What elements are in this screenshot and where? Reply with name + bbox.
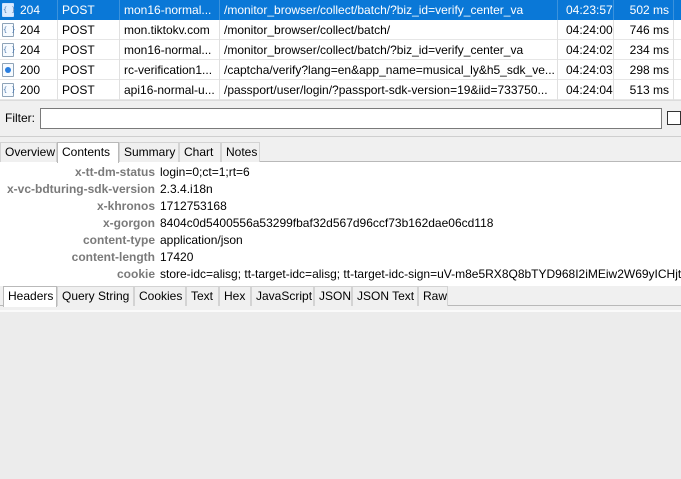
- header-name: x-vc-bdturing-sdk-version: [6, 182, 155, 196]
- filter-input[interactable]: [40, 108, 662, 129]
- json-icon: [2, 43, 14, 57]
- url: /captcha/verify?lang=en&app_name=musical…: [220, 60, 558, 80]
- header-value: store-idc=alisg; tt-target-idc=alisg; tt…: [160, 267, 681, 281]
- header-value: 1712753168: [160, 199, 227, 213]
- request-row[interactable]: 204 POST mon16-normal... /monitor_browse…: [0, 0, 681, 20]
- body-content-view[interactable]: [0, 310, 681, 479]
- header-row: x-gorgon 8404c0d5400556a53299fbaf32d567d…: [0, 215, 681, 232]
- header-name: x-khronos: [96, 199, 155, 213]
- host: mon16-normal...: [120, 0, 220, 20]
- tab-chart[interactable]: Chart: [179, 142, 221, 162]
- http-method: POST: [58, 40, 120, 60]
- header-row: content-type application/json: [0, 232, 681, 249]
- header-name: content-length: [71, 250, 155, 264]
- json-icon: [2, 83, 14, 97]
- header-name: cookie: [116, 267, 155, 281]
- filter-label: Filter:: [5, 111, 35, 125]
- request-row[interactable]: 204 POST mon16-normal... /monitor_browse…: [0, 40, 681, 60]
- request-row[interactable]: 204 POST mon.tiktokv.com /monitor_browse…: [0, 20, 681, 40]
- tab-json-text[interactable]: JSON Text: [352, 286, 418, 306]
- url: /passport/user/login/?passport-sdk-versi…: [220, 80, 558, 100]
- host: rc-verification1...: [120, 60, 220, 80]
- tab-raw[interactable]: Raw: [418, 286, 448, 306]
- duration: 502 ms: [614, 0, 674, 20]
- request-headers-view[interactable]: x-tt-dm-status login=0;ct=1;rt=6 x-vc-bd…: [0, 162, 681, 286]
- start-time: 04:24:00: [562, 20, 614, 40]
- status-code: 200: [16, 60, 58, 80]
- tab-notes[interactable]: Notes: [221, 142, 260, 162]
- host: api16-normal-u...: [120, 80, 220, 100]
- start-time: 04:24:02: [562, 40, 614, 60]
- header-row: content-length 17420: [0, 249, 681, 266]
- duration: 746 ms: [614, 20, 674, 40]
- header-name: x-tt-dm-status: [75, 165, 155, 179]
- start-time: 04:23:57: [562, 0, 614, 20]
- header-row: x-vc-bdturing-sdk-version 2.3.4.i18n: [0, 181, 681, 198]
- tab-javascript[interactable]: JavaScript: [251, 286, 314, 306]
- url: /monitor_browser/collect/batch/?biz_id=v…: [220, 0, 558, 20]
- status-code: 204: [16, 20, 58, 40]
- header-name: x-gorgon: [103, 216, 155, 230]
- main-tab-bar: Overview Contents Summary Chart Notes: [0, 142, 681, 163]
- dot-icon: [2, 63, 14, 77]
- header-value: application/json: [160, 233, 243, 247]
- filter-bar: Filter:: [0, 100, 681, 137]
- json-icon: [2, 23, 14, 37]
- status-code: 204: [16, 40, 58, 60]
- duration: 234 ms: [614, 40, 674, 60]
- request-row[interactable]: 200 POST api16-normal-u... /passport/use…: [0, 80, 681, 100]
- start-time: 04:24:03: [562, 60, 614, 80]
- header-value: 2.3.4.i18n: [160, 182, 213, 196]
- status-code: 204: [16, 0, 58, 20]
- header-value: login=0;ct=1;rt=6: [160, 165, 250, 179]
- http-method: POST: [58, 60, 120, 80]
- json-icon: [2, 3, 14, 17]
- tab-overview[interactable]: Overview: [0, 142, 57, 162]
- content-tab-bar: Headers Query String Cookies Text Hex Ja…: [0, 286, 681, 307]
- tab-summary[interactable]: Summary: [119, 142, 179, 162]
- tab-json[interactable]: JSON: [314, 286, 352, 306]
- tab-contents[interactable]: Contents: [57, 142, 119, 163]
- host: mon.tiktokv.com: [120, 20, 220, 40]
- tab-hex[interactable]: Hex: [219, 286, 251, 306]
- header-value: 17420: [160, 250, 194, 264]
- url: /monitor_browser/collect/batch/?biz_id=v…: [220, 40, 558, 60]
- header-row: cookie store-idc=alisg; tt-target-idc=al…: [0, 266, 681, 283]
- filter-checkbox[interactable]: [667, 111, 681, 125]
- tab-headers[interactable]: Headers: [3, 286, 57, 307]
- request-list[interactable]: 204 POST mon16-normal... /monitor_browse…: [0, 0, 681, 100]
- request-row[interactable]: 200 POST rc-verification1... /captcha/ve…: [0, 60, 681, 80]
- url: /monitor_browser/collect/batch/: [220, 20, 558, 40]
- status-code: 200: [16, 80, 58, 100]
- duration: 298 ms: [614, 60, 674, 80]
- duration: 513 ms: [614, 80, 674, 100]
- header-name: content-type: [83, 233, 155, 247]
- host: mon16-normal...: [120, 40, 220, 60]
- http-method: POST: [58, 80, 120, 100]
- header-row: x-tt-dm-status login=0;ct=1;rt=6: [0, 164, 681, 181]
- header-row: x-khronos 1712753168: [0, 198, 681, 215]
- header-value: 8404c0d5400556a53299fbaf32d567d96ccf73b1…: [160, 216, 494, 230]
- tab-cookies[interactable]: Cookies: [134, 286, 186, 306]
- tab-text[interactable]: Text: [186, 286, 219, 306]
- http-method: POST: [58, 0, 120, 20]
- start-time: 04:24:04: [562, 80, 614, 100]
- tab-query-string[interactable]: Query String: [57, 286, 134, 306]
- http-method: POST: [58, 20, 120, 40]
